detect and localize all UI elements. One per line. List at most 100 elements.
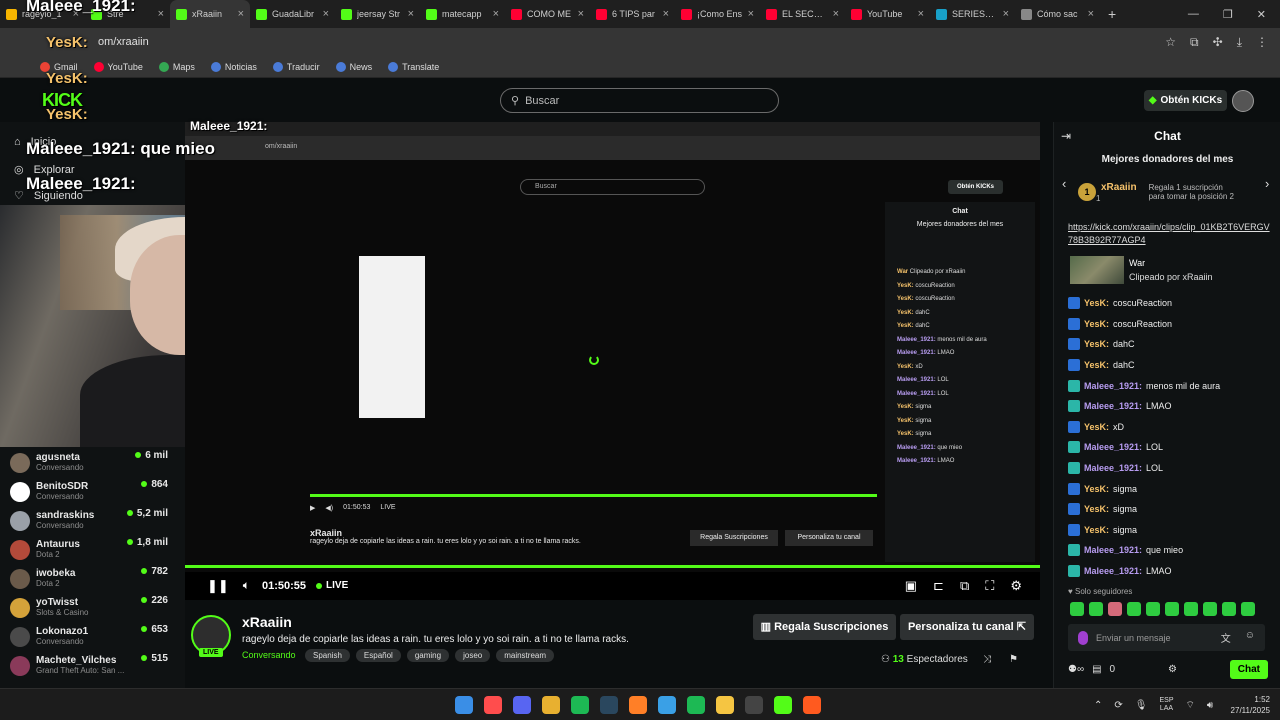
taskbar-app-icon[interactable] bbox=[600, 696, 618, 714]
get-kicks-button[interactable]: ◆ Obtén KICKs bbox=[1144, 90, 1227, 111]
sidebar-channel[interactable]: Lokonazo1 Conversando 653 bbox=[10, 622, 180, 651]
close-tab-icon[interactable]: × bbox=[158, 8, 164, 20]
sidebar-channel[interactable]: Machete_Vilches Grand Theft Auto: San ...… bbox=[10, 651, 180, 680]
language-indicator[interactable]: ESP LAA bbox=[1159, 697, 1173, 713]
customize-channel-button[interactable]: Personaliza tu canal ⇱ bbox=[900, 614, 1034, 640]
emote-icon[interactable] bbox=[1146, 602, 1160, 616]
wifi-icon[interactable]: ⌔ bbox=[1186, 699, 1195, 712]
close-tab-icon[interactable]: × bbox=[493, 8, 499, 20]
close-tab-icon[interactable]: × bbox=[238, 8, 244, 20]
taskbar-app-icon[interactable] bbox=[542, 696, 560, 714]
stream-category[interactable]: Conversando bbox=[242, 650, 296, 660]
report-icon[interactable]: ⚑ bbox=[1009, 654, 1018, 665]
theater-icon[interactable]: ⊏ bbox=[933, 578, 944, 594]
taskbar-app-icon[interactable] bbox=[745, 696, 763, 714]
pause-icon[interactable]: ❚❚ bbox=[207, 578, 229, 594]
browser-tab[interactable]: jeersay Str × bbox=[335, 0, 420, 28]
emote-icon[interactable] bbox=[1127, 602, 1141, 616]
taskbar-app-icon[interactable] bbox=[803, 696, 821, 714]
clip-thumbnail[interactable] bbox=[1070, 256, 1124, 284]
chat-username[interactable]: Maleee_1921: bbox=[1084, 545, 1142, 555]
taskbar-app-icon[interactable] bbox=[513, 696, 531, 714]
sidebar-channel[interactable]: iwobeka Dota 2 782 bbox=[10, 564, 180, 593]
settings-gear-icon[interactable]: ⚙ bbox=[1010, 578, 1022, 594]
sidebar-channel[interactable]: sandraskins Conversando 5,2 mil bbox=[10, 506, 180, 535]
emoji-icon[interactable]: ☺ bbox=[1245, 630, 1255, 645]
taskbar-app-icon[interactable] bbox=[629, 696, 647, 714]
puzzle-icon[interactable]: ✣ bbox=[1213, 35, 1223, 50]
bookmark-item[interactable]: News bbox=[335, 61, 372, 72]
browser-tab[interactable]: EL SECRET × bbox=[760, 0, 845, 28]
chat-username[interactable]: YesK: bbox=[1084, 298, 1109, 308]
bookmark-item[interactable]: Translate bbox=[388, 61, 439, 72]
taskbar-app-icon[interactable] bbox=[687, 696, 705, 714]
video-player[interactable]: om/xraaiin Buscar Obtén KICKs ▶ ◀) 01:50… bbox=[185, 122, 1040, 600]
browser-tab[interactable]: Cómo sac × bbox=[1015, 0, 1100, 28]
bookmark-item[interactable]: Traducir bbox=[272, 61, 320, 72]
stream-tag[interactable]: mainstream bbox=[496, 649, 555, 662]
sidebar-channel[interactable]: BenitoSDR Conversando 864 bbox=[10, 477, 180, 506]
clip-icon[interactable]: ▣ bbox=[905, 578, 917, 594]
browser-tab[interactable]: SERIESFLI × bbox=[930, 0, 1015, 28]
browser-tab[interactable]: YouTube × bbox=[845, 0, 930, 28]
taskbar-app-icon[interactable] bbox=[658, 696, 676, 714]
stream-tag[interactable]: Español bbox=[355, 649, 401, 662]
chat-username[interactable]: YesK: bbox=[1084, 504, 1109, 514]
maximize-icon[interactable]: ❐ bbox=[1223, 8, 1233, 21]
translate-icon[interactable]: 文 bbox=[1221, 630, 1231, 645]
system-clock[interactable]: 1:52 27/11/2025 bbox=[1222, 694, 1270, 716]
taskbar-app-icon[interactable] bbox=[716, 696, 734, 714]
chat-username[interactable]: YesK: bbox=[1084, 484, 1109, 494]
chat-username[interactable]: YesK: bbox=[1084, 319, 1109, 329]
taskbar-app-icon[interactable] bbox=[571, 696, 589, 714]
emote-icon[interactable] bbox=[1222, 602, 1236, 616]
bookmark-star-icon[interactable]: ☆ bbox=[1165, 35, 1176, 50]
emote-icon[interactable] bbox=[1089, 602, 1103, 616]
channel-name[interactable]: xRaaiin bbox=[242, 614, 292, 630]
clip-title[interactable]: War bbox=[1129, 258, 1145, 268]
chat-username[interactable]: YesK: bbox=[1084, 360, 1109, 370]
chat-username[interactable]: Maleee_1921: bbox=[1084, 566, 1142, 576]
chevron-up-icon[interactable]: ⌃ bbox=[1094, 700, 1102, 711]
browser-tab[interactable]: 6 TIPS par × bbox=[590, 0, 675, 28]
kicks-icon[interactable]: ▤ bbox=[1092, 664, 1101, 675]
user-avatar[interactable] bbox=[1232, 90, 1254, 112]
sidebar-channel[interactable]: Antaurus Dota 2 1,8 mil bbox=[10, 535, 180, 564]
fullscreen-icon[interactable]: ⛶ bbox=[985, 578, 994, 594]
chat-username[interactable]: YesK: bbox=[1084, 422, 1109, 432]
pip-icon[interactable]: ⧉ bbox=[960, 578, 969, 594]
close-tab-icon[interactable]: × bbox=[578, 8, 584, 20]
taskbar-app-icon[interactable] bbox=[455, 696, 473, 714]
emote-icon[interactable] bbox=[1165, 602, 1179, 616]
emote-icon[interactable] bbox=[1108, 602, 1122, 616]
sidebar-channel[interactable]: yoTwisst Slots & Casino 226 bbox=[10, 593, 180, 622]
network-icon[interactable]: ⟳ bbox=[1114, 700, 1122, 711]
bookmark-item[interactable]: Noticias bbox=[210, 61, 257, 72]
menu-icon[interactable]: ⋮ bbox=[1256, 35, 1268, 50]
bookmark-item[interactable]: YouTube bbox=[93, 61, 143, 72]
chat-username[interactable]: Maleee_1921: bbox=[1084, 401, 1142, 411]
close-tab-icon[interactable]: × bbox=[663, 8, 669, 20]
chevron-right-icon[interactable]: › bbox=[1265, 176, 1269, 191]
share-icon[interactable]: ⤨ bbox=[983, 654, 991, 665]
close-window-icon[interactable]: ✕ bbox=[1257, 8, 1266, 21]
close-tab-icon[interactable]: × bbox=[748, 8, 754, 20]
stream-tag[interactable]: gaming bbox=[406, 649, 450, 662]
chat-send-button[interactable]: Chat bbox=[1229, 660, 1268, 679]
emote-icon[interactable] bbox=[1203, 602, 1217, 616]
chat-username[interactable]: YesK: bbox=[1084, 339, 1109, 349]
clip-link[interactable]: https://kick.com/xraaiin/clips/clip_01KB… bbox=[1068, 221, 1274, 247]
chat-username[interactable]: Maleee_1921: bbox=[1084, 381, 1142, 391]
taskbar-app-icon[interactable] bbox=[484, 696, 502, 714]
taskbar-app-icon[interactable] bbox=[774, 696, 792, 714]
download-icon[interactable]: ⤓ bbox=[1237, 35, 1242, 50]
close-tab-icon[interactable]: × bbox=[408, 8, 414, 20]
microphone-icon[interactable] bbox=[1078, 630, 1088, 645]
close-tab-icon[interactable]: × bbox=[1088, 8, 1094, 20]
gift-subs-button[interactable]: ▥ Regala Suscripciones bbox=[753, 614, 896, 640]
chat-message-input[interactable]: Enviar un mensaje 文 ☺ bbox=[1068, 624, 1265, 651]
emote-icon[interactable] bbox=[1070, 602, 1084, 616]
emote-icon[interactable] bbox=[1241, 602, 1255, 616]
microphone-tray-icon[interactable]: 🎙︎ bbox=[1135, 700, 1148, 711]
chat-username[interactable]: YesK: bbox=[1084, 525, 1109, 535]
